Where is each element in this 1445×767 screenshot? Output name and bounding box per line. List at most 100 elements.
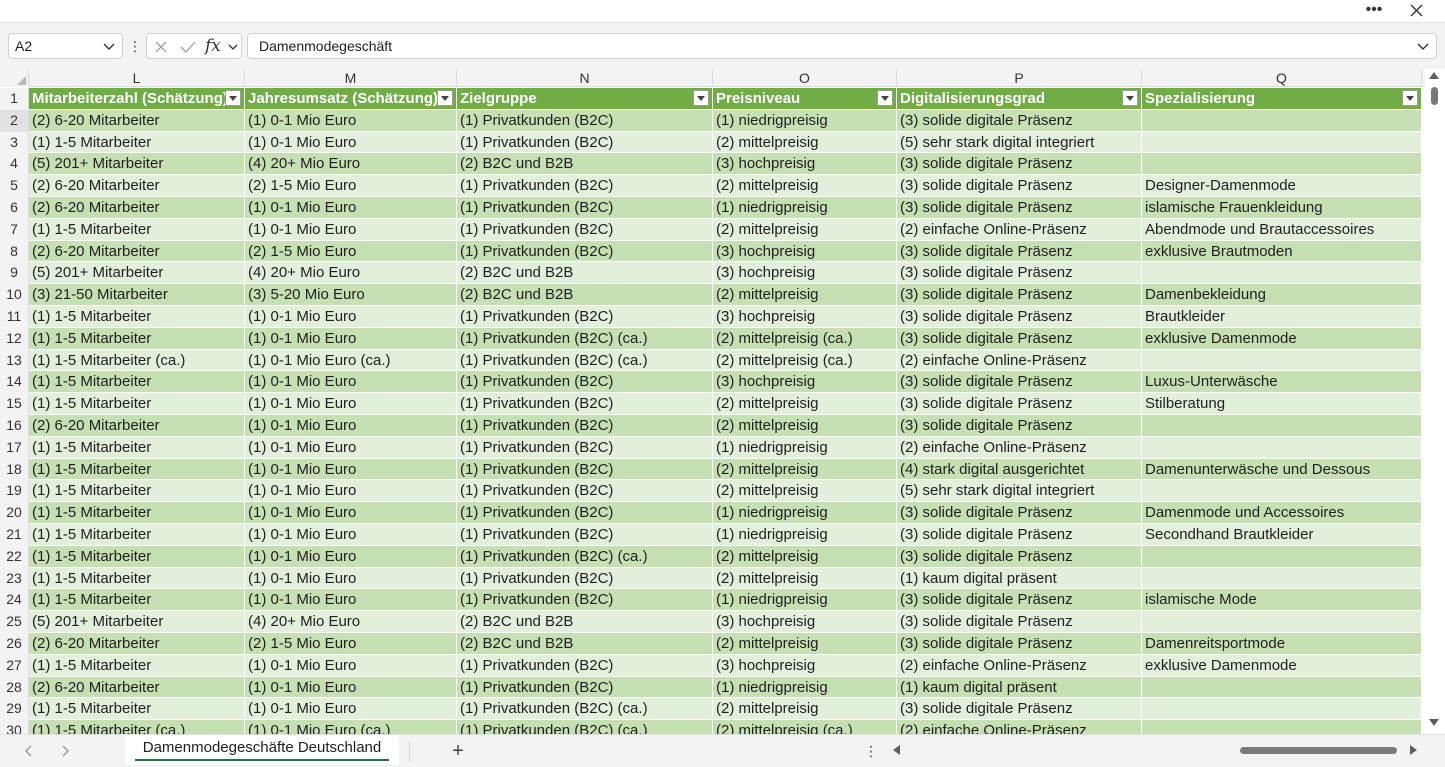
filter-dropdown-icon[interactable]	[1402, 90, 1418, 106]
row-number[interactable]: 19	[0, 480, 29, 503]
table-cell[interactable]: (1) 0-1 Mio Euro	[245, 218, 457, 241]
table-cell[interactable]: (1) 1-5 Mitarbeiter	[29, 502, 245, 524]
table-cell[interactable]: (1) 0-1 Mio Euro	[245, 654, 457, 677]
scroll-right-icon[interactable]	[1410, 745, 1417, 755]
check-icon[interactable]	[179, 39, 197, 55]
table-cell[interactable]: (3) solide digitale Präsenz	[897, 415, 1142, 437]
table-cell[interactable]: (2) einfache Online-Präsenz	[897, 720, 1142, 734]
table-cell[interactable]: (3) solide digitale Präsenz	[897, 589, 1142, 612]
table-cell[interactable]: (2) einfache Online-Präsenz	[897, 218, 1142, 241]
table-cell[interactable]: (1) Privatkunden (B2C)	[457, 502, 713, 524]
table-cell[interactable]: (1) 1-5 Mitarbeiter	[29, 480, 245, 503]
row-number[interactable]: 18	[0, 458, 29, 481]
table-cell[interactable]: (3) solide digitale Präsenz	[897, 502, 1142, 524]
table-cell[interactable]: (1) Privatkunden (B2C)	[457, 131, 713, 154]
table-cell[interactable]: (1) kaum digital präsent	[897, 567, 1142, 590]
filter-dropdown-icon[interactable]	[437, 90, 453, 106]
table-cell[interactable]: (3) hochpreisig	[713, 371, 897, 394]
table-cell[interactable]: Damenreitsportmode	[1142, 633, 1422, 655]
row-number[interactable]: 25	[0, 611, 29, 633]
table-cell[interactable]: (3) 5-20 Mio Euro	[245, 284, 457, 306]
previous-sheet-icon[interactable]	[22, 744, 36, 758]
table-cell[interactable]	[1142, 567, 1422, 590]
table-cell[interactable]: (1) 1-5 Mitarbeiter	[29, 436, 245, 459]
table-cell[interactable]: (1) Privatkunden (B2C)	[457, 436, 713, 459]
table-cell[interactable]: (2) mittelpreisig	[713, 458, 897, 481]
table-cell[interactable]: (2) mittelpreisig	[713, 698, 897, 721]
table-cell[interactable]: (3) hochpreisig	[713, 654, 897, 677]
table-cell[interactable]: (1) Privatkunden (B2C) (ca.)	[457, 720, 713, 734]
table-cell[interactable]: (4) 20+ Mio Euro	[245, 153, 457, 176]
row-number[interactable]: 8	[0, 240, 29, 263]
table-cell[interactable]: (5) sehr stark digital integriert	[897, 480, 1142, 503]
table-cell[interactable]: (2) 6-20 Mitarbeiter	[29, 240, 245, 263]
table-cell[interactable]: (1) 0-1 Mio Euro	[245, 676, 457, 699]
column-header-n[interactable]: N	[457, 69, 713, 87]
table-cell[interactable]: (3) solide digitale Präsenz	[897, 175, 1142, 197]
table-cell[interactable]: exklusive Brautmoden	[1142, 240, 1422, 263]
table-cell[interactable]: (1) 1-5 Mitarbeiter (ca.)	[29, 720, 245, 734]
table-cell[interactable]: (1) niedrigpreisig	[713, 589, 897, 612]
table-cell[interactable]: (1) 1-5 Mitarbeiter	[29, 218, 245, 241]
table-cell[interactable]: (1) 0-1 Mio Euro	[245, 371, 457, 394]
table-cell[interactable]	[1142, 480, 1422, 503]
table-cell[interactable]: (2) einfache Online-Präsenz	[897, 436, 1142, 459]
table-cell[interactable]: (3) hochpreisig	[713, 306, 897, 328]
table-cell[interactable]: (1) 0-1 Mio Euro	[245, 436, 457, 459]
table-cell[interactable]: (1) 0-1 Mio Euro	[245, 698, 457, 721]
chevron-down-icon[interactable]	[227, 40, 239, 54]
table-cell[interactable]: (1) Privatkunden (B2C)	[457, 371, 713, 394]
name-box[interactable]: A2	[8, 33, 123, 59]
row-number[interactable]: 7	[0, 218, 29, 241]
table-cell[interactable]: (5) 201+ Mitarbeiter	[29, 153, 245, 176]
row-number[interactable]: 4	[0, 153, 29, 176]
table-cell[interactable]: (1) 1-5 Mitarbeiter	[29, 371, 245, 394]
table-cell[interactable]: (2) 6-20 Mitarbeiter	[29, 109, 245, 132]
table-cell[interactable]: (1) 1-5 Mitarbeiter	[29, 567, 245, 590]
table-cell[interactable]: (2) B2C und B2B	[457, 262, 713, 285]
table-cell[interactable]: (1) Privatkunden (B2C) (ca.)	[457, 698, 713, 721]
table-cell[interactable]: (1) 0-1 Mio Euro (ca.)	[245, 349, 457, 372]
table-cell[interactable]: (2) einfache Online-Präsenz	[897, 654, 1142, 677]
table-cell[interactable]: (1) kaum digital präsent	[897, 676, 1142, 699]
table-cell[interactable]: (3) solide digitale Präsenz	[897, 240, 1142, 263]
table-cell[interactable]: (2) 6-20 Mitarbeiter	[29, 197, 245, 219]
table-cell[interactable]: (1) Privatkunden (B2C)	[457, 480, 713, 503]
vertical-scroll-thumb[interactable]	[1431, 87, 1438, 105]
table-cell[interactable]: (3) solide digitale Präsenz	[897, 545, 1142, 568]
table-cell[interactable]: (2) mittelpreisig	[713, 633, 897, 655]
cancel-icon[interactable]	[153, 39, 169, 55]
table-cell[interactable]: (3) solide digitale Präsenz	[897, 306, 1142, 328]
scroll-left-icon[interactable]	[893, 745, 900, 755]
table-cell[interactable]: (1) 0-1 Mio Euro	[245, 415, 457, 437]
table-cell[interactable]: Damenunterwäsche und Dessous	[1142, 458, 1422, 481]
table-cell[interactable]: (1) niedrigpreisig	[713, 502, 897, 524]
table-cell[interactable]: Damenmode und Accessoires	[1142, 502, 1422, 524]
row-number[interactable]: 14	[0, 371, 29, 394]
row-number[interactable]: 16	[0, 415, 29, 437]
table-cell[interactable]: (2) mittelpreisig	[713, 131, 897, 154]
table-cell[interactable]: (2) 6-20 Mitarbeiter	[29, 175, 245, 197]
table-cell[interactable]: (1) 1-5 Mitarbeiter	[29, 306, 245, 328]
table-cell[interactable]: (1) Privatkunden (B2C)	[457, 589, 713, 612]
table-cell[interactable]: Designer-Damenmode	[1142, 175, 1422, 197]
table-cell[interactable]: exklusive Damenmode	[1142, 654, 1422, 677]
sheet-tab-active[interactable]: Damenmodegeschäfte Deutschland	[125, 735, 399, 765]
table-cell[interactable]: (2) mittelpreisig	[713, 284, 897, 306]
vertical-scrollbar[interactable]	[1425, 69, 1445, 734]
table-cell[interactable]	[1142, 720, 1422, 734]
table-cell[interactable]: (2) mittelpreisig	[713, 175, 897, 197]
table-cell[interactable]: (1) 1-5 Mitarbeiter	[29, 131, 245, 154]
row-number[interactable]: 20	[0, 502, 29, 524]
row-number[interactable]: 12	[0, 327, 29, 350]
table-cell[interactable]: (2) mittelpreisig	[713, 480, 897, 503]
table-cell[interactable]: (1) 0-1 Mio Euro	[245, 131, 457, 154]
table-cell[interactable]: Secondhand Brautkleider	[1142, 524, 1422, 546]
table-cell[interactable]	[1142, 153, 1422, 176]
table-cell[interactable]: (1) Privatkunden (B2C)	[457, 458, 713, 481]
row-number[interactable]: 27	[0, 654, 29, 677]
table-cell[interactable]: (3) solide digitale Präsenz	[897, 262, 1142, 285]
header-cell[interactable]: Zielgruppe	[457, 88, 713, 110]
select-all-corner[interactable]	[0, 69, 29, 87]
table-cell[interactable]: Abendmode und Brautaccessoires	[1142, 218, 1422, 241]
